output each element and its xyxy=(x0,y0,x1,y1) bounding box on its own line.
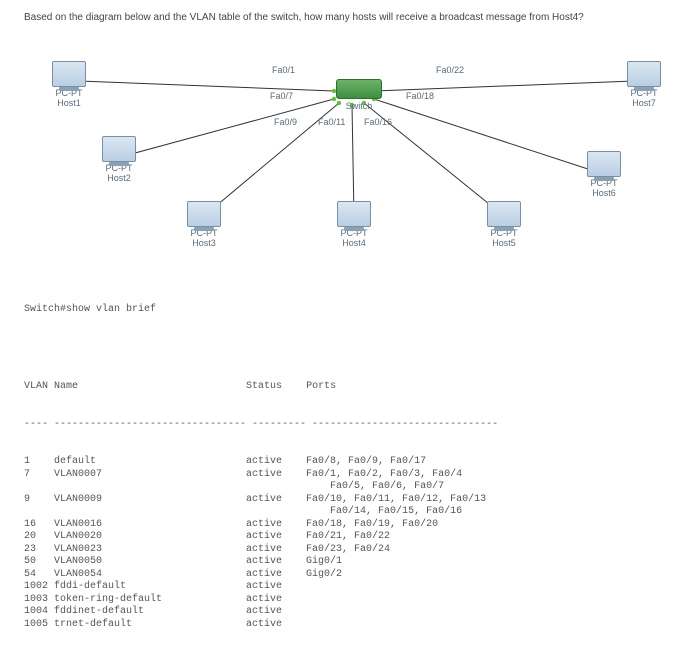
cli-blank xyxy=(24,344,676,357)
cli-output: Switch#show vlan brief VLAN Name Status … xyxy=(24,279,676,644)
port-fa09: Fa0/9 xyxy=(274,117,297,127)
port-fa01: Fa0/1 xyxy=(272,65,295,75)
host4-label: Host4 xyxy=(329,238,379,248)
pc-icon xyxy=(102,136,136,162)
network-diagram: Switch PC-PT Host1 PC-PT Host2 PC-PT Hos… xyxy=(24,31,674,261)
host5-node: PC-PT Host5 xyxy=(479,201,529,248)
cli-command: Switch#show vlan brief xyxy=(24,304,676,317)
port-fa022: Fa0/22 xyxy=(436,65,464,75)
pc-icon xyxy=(187,201,221,227)
switch-icon xyxy=(336,79,382,99)
port-fa018: Fa0/18 xyxy=(406,91,434,101)
host6-label: Host6 xyxy=(579,188,629,198)
host3-node: PC-PT Host3 xyxy=(179,201,229,248)
host1-label: Host1 xyxy=(44,98,94,108)
host3-label: Host3 xyxy=(179,238,229,248)
port-fa07: Fa0/7 xyxy=(270,91,293,101)
cli-rows: 1 default active Fa0/8, Fa0/9, Fa0/17 7 … xyxy=(24,456,676,631)
switch-label: Switch xyxy=(329,101,389,111)
host1-node: PC-PT Host1 xyxy=(44,61,94,108)
pc-icon xyxy=(587,151,621,177)
pc-icon xyxy=(337,201,371,227)
host2-label: Host2 xyxy=(94,173,144,183)
host4-node: PC-PT Host4 xyxy=(329,201,379,248)
host6-node: PC-PT Host6 xyxy=(579,151,629,198)
port-fa011: Fa0/11 xyxy=(318,117,345,127)
port-fa016: Fa0/16 xyxy=(364,117,392,127)
cli-header-row: VLAN Name Status Ports xyxy=(24,381,676,394)
cli-divider: ---- -------------------------------- --… xyxy=(24,419,676,432)
switch-node: Switch xyxy=(329,79,389,111)
host2-node: PC-PT Host2 xyxy=(94,136,144,183)
pc-icon xyxy=(52,61,86,87)
host7-node: PC-PT Host7 xyxy=(619,61,669,108)
host5-label: Host5 xyxy=(479,238,529,248)
pc-icon xyxy=(627,61,661,87)
host7-label: Host7 xyxy=(619,98,669,108)
pc-icon xyxy=(487,201,521,227)
question-text: Based on the diagram below and the VLAN … xyxy=(24,12,676,23)
